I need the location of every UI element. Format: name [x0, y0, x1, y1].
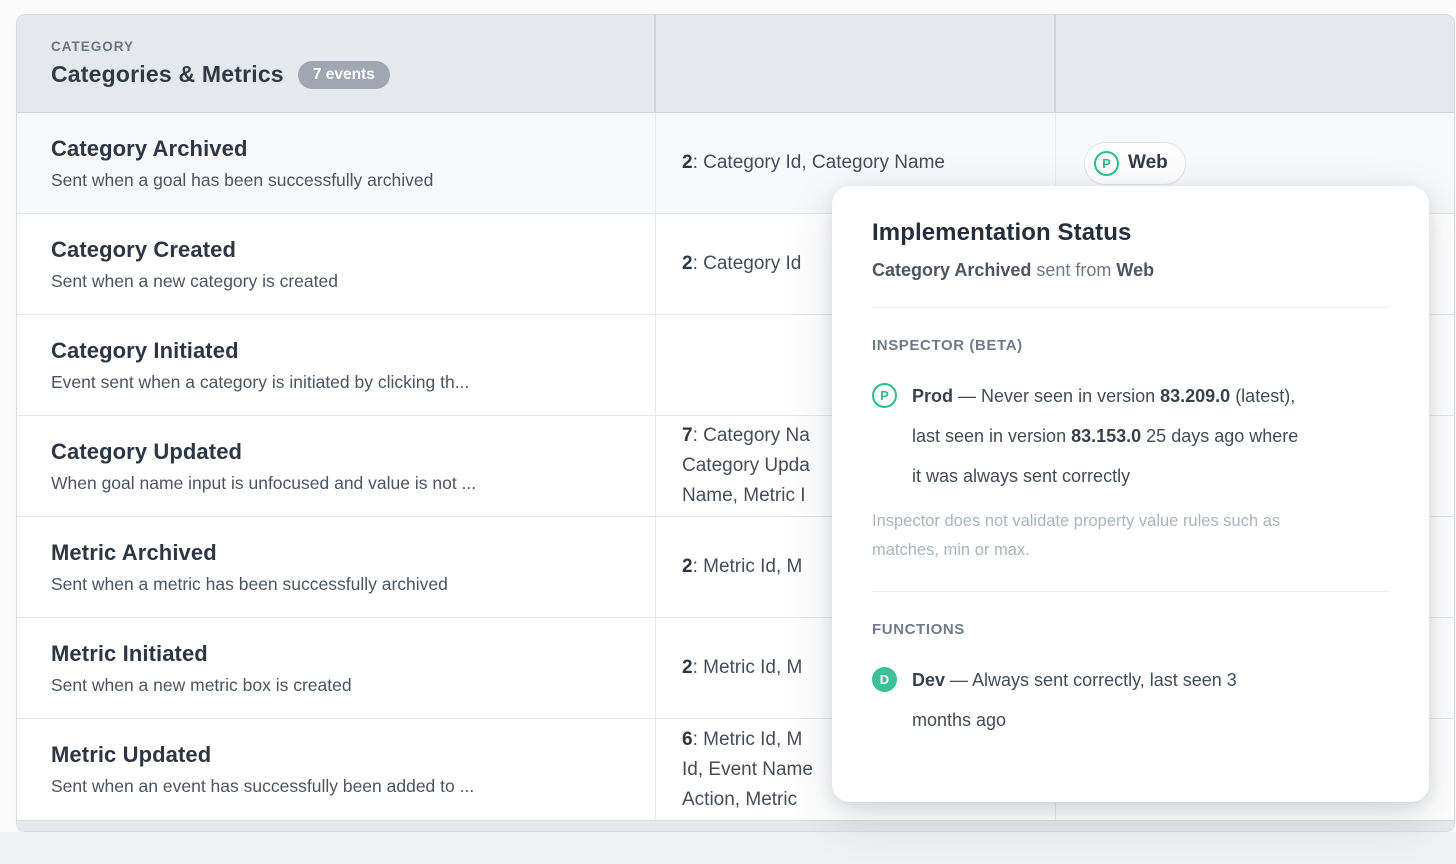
events-count-badge: 7 events	[298, 61, 390, 89]
properties-count: 6	[682, 729, 693, 750]
dev-line1-text: — Always sent correctly, last seen 3	[945, 670, 1237, 690]
properties-list: : Metric Id, M	[693, 657, 803, 678]
event-title: Category Created	[51, 237, 655, 263]
properties-count: 2	[682, 152, 693, 173]
properties-list: : Category Na	[693, 425, 810, 446]
prod-line2-text: last seen in version	[912, 426, 1071, 446]
category-kind-label: CATEGORY	[51, 39, 654, 54]
properties-count: 2	[682, 253, 693, 274]
properties-list: : Metric Id, M	[693, 729, 803, 750]
properties-count: 7	[682, 425, 693, 446]
prod-status-item: P Prod — Never seen in version 83.209.0 …	[872, 376, 1389, 496]
event-name-cell: Category Created Sent when a new categor…	[17, 214, 656, 314]
event-description: Event sent when a category is initiated …	[51, 372, 655, 393]
inspector-note-line1: Inspector does not validate property val…	[872, 507, 1389, 536]
category-title: Categories & Metrics	[51, 61, 284, 88]
properties-column-header	[656, 15, 1056, 112]
popover-event-name: Category Archived	[872, 260, 1031, 280]
prod-line2-suffix: 25 days ago where	[1141, 426, 1298, 446]
functions-section-label: FUNCTIONS	[872, 621, 1389, 638]
table-footer-strip	[17, 820, 1454, 832]
inspector-section-label: INSPECTOR (BETA)	[872, 337, 1389, 354]
implementation-status-popover: Implementation Status Category Archived …	[832, 186, 1429, 802]
event-title: Category Updated	[51, 439, 655, 465]
event-description: Sent when a new category is created	[51, 271, 655, 292]
properties-list: : Category Id	[693, 253, 802, 274]
prod-line1-text: — Never seen in version	[953, 386, 1160, 406]
properties-list: : Metric Id, M	[693, 556, 803, 577]
event-description: Sent when an event has successfully been…	[51, 776, 655, 797]
prod-line1-suffix: (latest),	[1230, 386, 1295, 406]
dev-status-item: D Dev — Always sent correctly, last seen…	[872, 660, 1389, 740]
event-name-cell: Category Updated When goal name input is…	[17, 416, 656, 516]
event-name-cell: Category Initiated Event sent when a cat…	[17, 315, 656, 415]
event-name-cell: Metric Updated Sent when an event has su…	[17, 719, 656, 820]
popover-subtitle: Category Archived sent from Web	[872, 260, 1389, 281]
event-title: Category Archived	[51, 136, 655, 162]
category-header-main: CATEGORY Categories & Metrics 7 events	[17, 15, 656, 112]
event-description: Sent when a metric has been successfully…	[51, 574, 655, 595]
dev-status-text: Dev — Always sent correctly, last seen 3…	[912, 660, 1389, 740]
inspector-note-line2: matches, min or max.	[872, 536, 1389, 565]
popover-source-name: Web	[1116, 260, 1154, 280]
popover-title: Implementation Status	[872, 219, 1389, 247]
inspector-note: Inspector does not validate property val…	[872, 507, 1389, 565]
dev-line2-text: months ago	[912, 700, 1389, 740]
source-badge-label: Web	[1128, 152, 1168, 174]
event-name-cell: Metric Archived Sent when a metric has b…	[17, 517, 656, 617]
prod-latest-version: 83.209.0	[1160, 386, 1230, 406]
page-bottom-band	[0, 832, 1456, 864]
dev-env-name: Dev	[912, 670, 945, 690]
source-badge-web[interactable]: P Web	[1084, 142, 1186, 185]
prod-line3-text: it was always sent correctly	[912, 456, 1389, 496]
prod-env-icon: P	[1094, 151, 1119, 176]
popover-divider-top	[872, 307, 1389, 308]
prod-env-name: Prod	[912, 386, 953, 406]
event-title: Metric Initiated	[51, 641, 655, 667]
event-name-cell: Category Archived Sent when a goal has b…	[17, 113, 656, 213]
popover-subtitle-mid: sent from	[1031, 260, 1116, 280]
dev-env-icon: D	[872, 667, 897, 692]
event-description: When goal name input is unfocused and va…	[51, 473, 655, 494]
event-description: Sent when a goal has been successfully a…	[51, 170, 655, 191]
event-description: Sent when a new metric box is created	[51, 675, 655, 696]
category-header: CATEGORY Categories & Metrics 7 events	[17, 15, 1454, 113]
event-title: Category Initiated	[51, 338, 655, 364]
prod-last-seen-version: 83.153.0	[1071, 426, 1141, 446]
event-name-cell: Metric Initiated Sent when a new metric …	[17, 618, 656, 718]
properties-count: 2	[682, 657, 693, 678]
sources-column-header	[1056, 15, 1454, 112]
prod-env-icon: P	[872, 383, 897, 408]
properties-count: 2	[682, 556, 693, 577]
event-title: Metric Archived	[51, 540, 655, 566]
properties-list: : Category Id, Category Name	[693, 152, 945, 173]
popover-divider-functions	[872, 591, 1389, 592]
event-title: Metric Updated	[51, 742, 655, 768]
prod-status-text: Prod — Never seen in version 83.209.0 (l…	[912, 376, 1389, 496]
